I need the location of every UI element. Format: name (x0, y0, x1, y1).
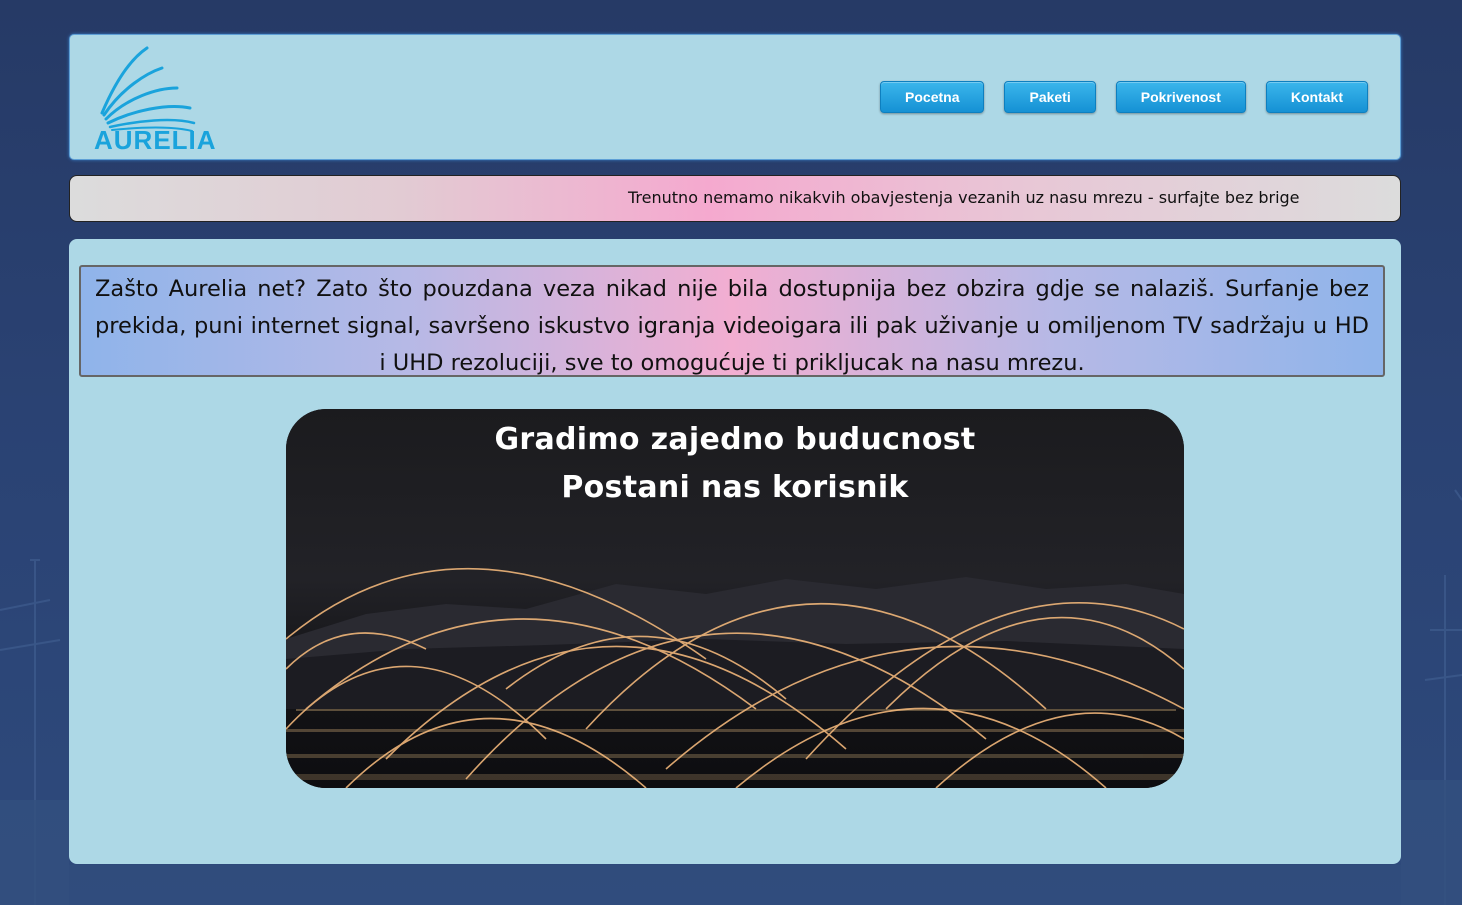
nav-button-paketi[interactable]: Paketi (1004, 81, 1096, 113)
brand-name: AURELIA (94, 125, 217, 155)
intro-text: Zašto Aurelia net? Zato što pouzdana vez… (95, 276, 1369, 376)
nav-button-pocetna[interactable]: Pocetna (880, 81, 985, 113)
hero-title-line2: Postani nas korisnik (561, 470, 909, 505)
intro-box: Zašto Aurelia net? Zato što pouzdana vez… (79, 265, 1385, 377)
notice-marquee: Trenutno nemamo nikakvih obavjestenja ve… (69, 175, 1401, 222)
notice-text: Trenutno nemamo nikakvih obavjestenja ve… (628, 188, 1300, 207)
nav-button-kontakt[interactable]: Kontakt (1265, 81, 1368, 113)
main-content: Zašto Aurelia net? Zato što pouzdana vez… (69, 239, 1401, 864)
hero-title-line1: Gradimo zajedno buducnost (494, 422, 976, 457)
nav-button-pokrivenost[interactable]: Pokrivenost (1115, 81, 1246, 113)
hero-banner-image: Gradimo zajedno buducnost Postani nas ko… (286, 409, 1184, 788)
main-navigation: Pocetna Paketi Pokrivenost Kontakt (880, 81, 1368, 113)
city-network-arcs-image (286, 409, 1184, 788)
site-header: AURELIA Pocetna Paketi Pokrivenost Konta… (69, 34, 1401, 160)
